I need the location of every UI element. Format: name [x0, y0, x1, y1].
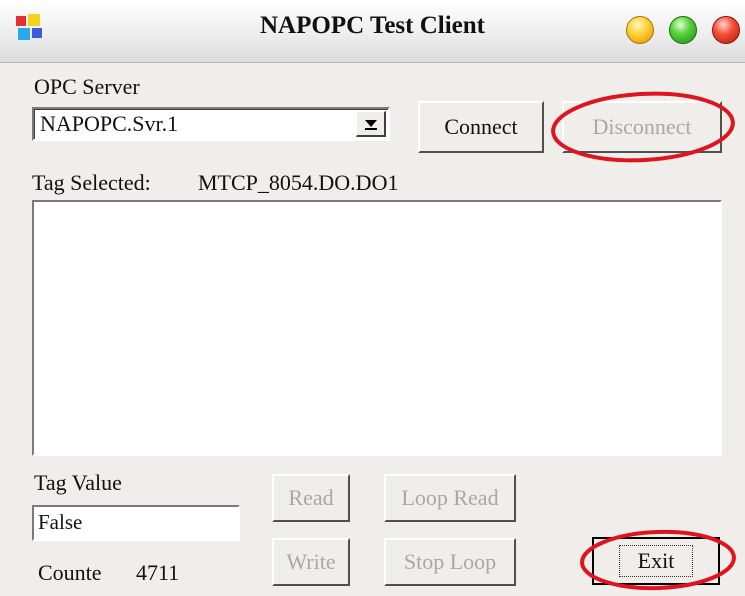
- tag-value-label: Tag Value: [34, 470, 122, 495]
- counter-label: Counte: [38, 560, 102, 585]
- exit-button-label: Exit: [618, 545, 694, 577]
- tag-value-field[interactable]: False: [32, 505, 240, 541]
- stop-loop-button-label: Stop Loop: [403, 549, 497, 574]
- chevron-down-icon: [365, 120, 377, 130]
- minimize-button[interactable]: [626, 16, 654, 44]
- opc-server-label: OPC Server: [34, 74, 140, 99]
- disconnect-button[interactable]: Disconnect: [562, 101, 722, 153]
- connect-button-label: Connect: [444, 114, 518, 139]
- app-window: NAPOPC Test Client OPC Server NAPOPC.Svr…: [0, 0, 745, 596]
- read-button-label: Read: [288, 485, 334, 510]
- write-button-label: Write: [286, 549, 336, 574]
- disconnect-button-label: Disconnect: [592, 114, 692, 139]
- close-button[interactable]: [712, 16, 740, 44]
- title-bar[interactable]: NAPOPC Test Client: [0, 0, 745, 63]
- dropdown-button[interactable]: [356, 111, 386, 137]
- read-button[interactable]: Read: [272, 474, 350, 522]
- exit-button[interactable]: Exit: [592, 537, 720, 585]
- counter-value: 4711: [136, 560, 180, 585]
- tag-selected-value: MTCP_8054.DO.DO1: [198, 170, 399, 195]
- opc-server-select[interactable]: NAPOPC.Svr.1: [32, 107, 390, 141]
- opc-server-value: NAPOPC.Svr.1: [40, 111, 179, 136]
- connect-button[interactable]: Connect: [418, 101, 544, 153]
- tag-selected-label: Tag Selected:: [32, 170, 151, 195]
- tag-value-text: False: [38, 510, 83, 534]
- write-button[interactable]: Write: [272, 538, 350, 586]
- tag-browser-list[interactable]: [32, 200, 722, 456]
- stop-loop-button[interactable]: Stop Loop: [384, 538, 516, 586]
- maximize-button[interactable]: [669, 16, 697, 44]
- loop-read-button[interactable]: Loop Read: [384, 474, 516, 522]
- loop-read-button-label: Loop Read: [401, 485, 499, 510]
